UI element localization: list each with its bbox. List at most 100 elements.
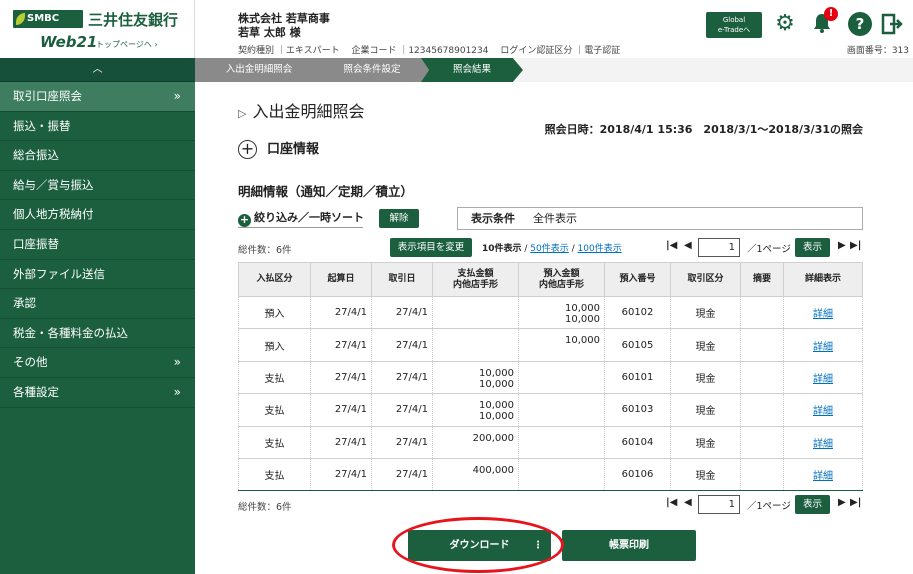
cell-payment [432, 295, 519, 330]
page-number-input[interactable]: 1 [698, 495, 740, 514]
sidebar-item-tax-payment[interactable]: 税金・各種料金の払込 [0, 319, 195, 349]
detail-link[interactable]: 詳細 [783, 457, 863, 492]
kebab-menu-icon[interactable]: ⋮ [533, 530, 543, 561]
detail-link[interactable]: 詳細 [783, 393, 863, 427]
col-header: 支払金額 内他店手形 [432, 262, 519, 297]
plus-circle-icon: + [238, 140, 257, 159]
cell-payment: 10,000 10,000 [432, 360, 519, 395]
pager-top: 総件数：6件 表示項目を変更 10件表示 / 50件表示 / 100件表示 |◀… [238, 238, 863, 258]
cell-memo [740, 457, 784, 492]
cell-value-date: 27/4/1 [310, 295, 372, 330]
page-total: ／1ページ [747, 501, 791, 512]
sidebar-item-label: 口座振替 [13, 236, 59, 251]
cell-deposit-no: 60101 [604, 360, 671, 395]
change-columns-button[interactable]: 表示項目を変更 [390, 238, 472, 257]
double-chevron-icon: » [173, 89, 181, 103]
col-header: 摘要 [740, 262, 784, 297]
prev-page-icon[interactable]: ◀ [684, 240, 692, 251]
web21-logo[interactable]: Web21 [40, 33, 97, 51]
sidebar-item-transfer[interactable]: 振込・振替 [0, 112, 195, 142]
sidebar-item-settings[interactable]: 各種設定 » [0, 378, 195, 408]
cell-trade-date: 27/4/1 [371, 295, 433, 330]
help-icon[interactable]: ? [848, 12, 872, 36]
clear-button[interactable]: 解除 [379, 209, 419, 228]
sidebar-item-approval[interactable]: 承認 [0, 289, 195, 319]
top-page-link[interactable]: トップページへ › [96, 39, 158, 50]
last-page-icon[interactable]: ▶| [850, 497, 861, 508]
cell-trade-date: 27/4/1 [371, 425, 433, 459]
cell-value-date: 27/4/1 [310, 328, 372, 362]
sidebar: ︿ 取引口座照会 » 振込・振替 総合振込 給与／賞与振込 個人地方税納付 口座振… [0, 58, 195, 574]
table-row: 預入 27/4/1 27/4/1 10,000 60105 現金 詳細 [238, 328, 863, 362]
cell-type: 支払 [238, 360, 311, 395]
cell-category: 現金 [670, 328, 741, 362]
total-count: 総件数：6件 [238, 502, 292, 513]
cell-deposit-no: 60102 [604, 295, 671, 330]
show-button[interactable]: 表示 [795, 495, 830, 514]
sidebar-item-label: 承認 [13, 296, 36, 311]
show-button[interactable]: 表示 [795, 238, 830, 257]
sidebar-item-external-file[interactable]: 外部ファイル送信 [0, 260, 195, 290]
cell-type: 預入 [238, 328, 311, 362]
sidebar-item-payroll-transfer[interactable]: 給与／賞与振込 [0, 171, 195, 201]
sidebar-item-label: 外部ファイル送信 [13, 266, 105, 281]
first-page-icon[interactable]: |◀ [666, 240, 677, 251]
per-page-10: 10件表示 [482, 244, 522, 254]
leaf-icon [16, 13, 25, 25]
cell-value-date: 27/4/1 [310, 425, 372, 459]
triangle-icon: ▷ [238, 107, 247, 120]
first-page-icon[interactable]: |◀ [666, 497, 677, 508]
last-page-icon[interactable]: ▶| [850, 240, 861, 251]
page-title: ▷ 入出金明細照会 [238, 98, 364, 122]
bank-name: 三井住友銀行 [88, 11, 179, 29]
logout-icon[interactable] [880, 12, 904, 36]
sidebar-item-account-inquiry[interactable]: 取引口座照会 » [0, 82, 195, 112]
double-chevron-icon: » [173, 355, 181, 370]
table-row: 支払 27/4/1 27/4/1 10,000 10,000 60101 現金 … [238, 360, 863, 395]
next-page-icon[interactable]: ▶ [838, 240, 846, 251]
cell-category: 現金 [670, 295, 741, 330]
table-row: 支払 27/4/1 27/4/1 400,000 60106 現金 詳細 [238, 457, 863, 492]
divider [238, 227, 363, 228]
sidebar-collapse-button[interactable]: ︿ [0, 58, 195, 82]
filter-sort-toggle[interactable]: + 絞り込み／一時ソート [238, 209, 364, 228]
cell-value-date: 27/4/1 [310, 393, 372, 427]
col-header: 起算日 [310, 262, 372, 297]
detail-link[interactable]: 詳細 [783, 295, 863, 330]
download-button[interactable]: ダウンロード ⋮ [408, 530, 551, 561]
sidebar-item-account-transfer[interactable]: 口座振替 [0, 230, 195, 260]
detail-link[interactable]: 詳細 [783, 360, 863, 395]
cell-deposit: 10,000 [518, 328, 605, 362]
detail-link[interactable]: 詳細 [783, 328, 863, 362]
gear-icon[interactable]: ⚙ [773, 12, 797, 36]
cell-memo [740, 328, 784, 362]
cell-category: 現金 [670, 393, 741, 427]
print-report-button[interactable]: 帳票印刷 [562, 530, 696, 561]
next-page-icon[interactable]: ▶ [838, 497, 846, 508]
page-number-input[interactable]: 1 [698, 238, 740, 257]
double-chevron-icon: » [173, 384, 181, 399]
download-label: ダウンロード [449, 540, 510, 551]
sidebar-item-other[interactable]: その他 » [0, 348, 195, 378]
cell-payment: 200,000 [432, 425, 519, 459]
sidebar-item-bulk-transfer[interactable]: 総合振込 [0, 141, 195, 171]
cell-trade-date: 27/4/1 [371, 328, 433, 362]
cell-deposit [518, 457, 605, 492]
table-header-row: 入払区分 起算日 取引日 支払金額 内他店手形 預入金額 内他店手形 預入番号 … [238, 262, 863, 297]
global-etrade-button[interactable]: Global e-Tradeへ [706, 12, 762, 38]
cell-memo [740, 393, 784, 427]
screen-number: 画面番号：313 [846, 46, 909, 56]
sidebar-item-resident-tax[interactable]: 個人地方税納付 [0, 200, 195, 230]
sidebar-item-label: 総合振込 [13, 148, 59, 163]
per-page-50-link[interactable]: 50件表示 [530, 244, 568, 254]
per-page-100-link[interactable]: 100件表示 [578, 244, 622, 254]
breadcrumb-step-detail-inquiry: 入出金明細照会 [195, 58, 323, 82]
cell-category: 現金 [670, 360, 741, 395]
account-info-toggle[interactable]: + 口座情報 [238, 138, 319, 159]
sidebar-item-label: 税金・各種料金の払込 [13, 325, 128, 340]
account-info-label: 口座情報 [267, 142, 320, 157]
cell-type: 支払 [238, 393, 311, 427]
detail-link[interactable]: 詳細 [783, 425, 863, 459]
prev-page-icon[interactable]: ◀ [684, 497, 692, 508]
sidebar-item-label: 振込・振替 [13, 118, 71, 133]
